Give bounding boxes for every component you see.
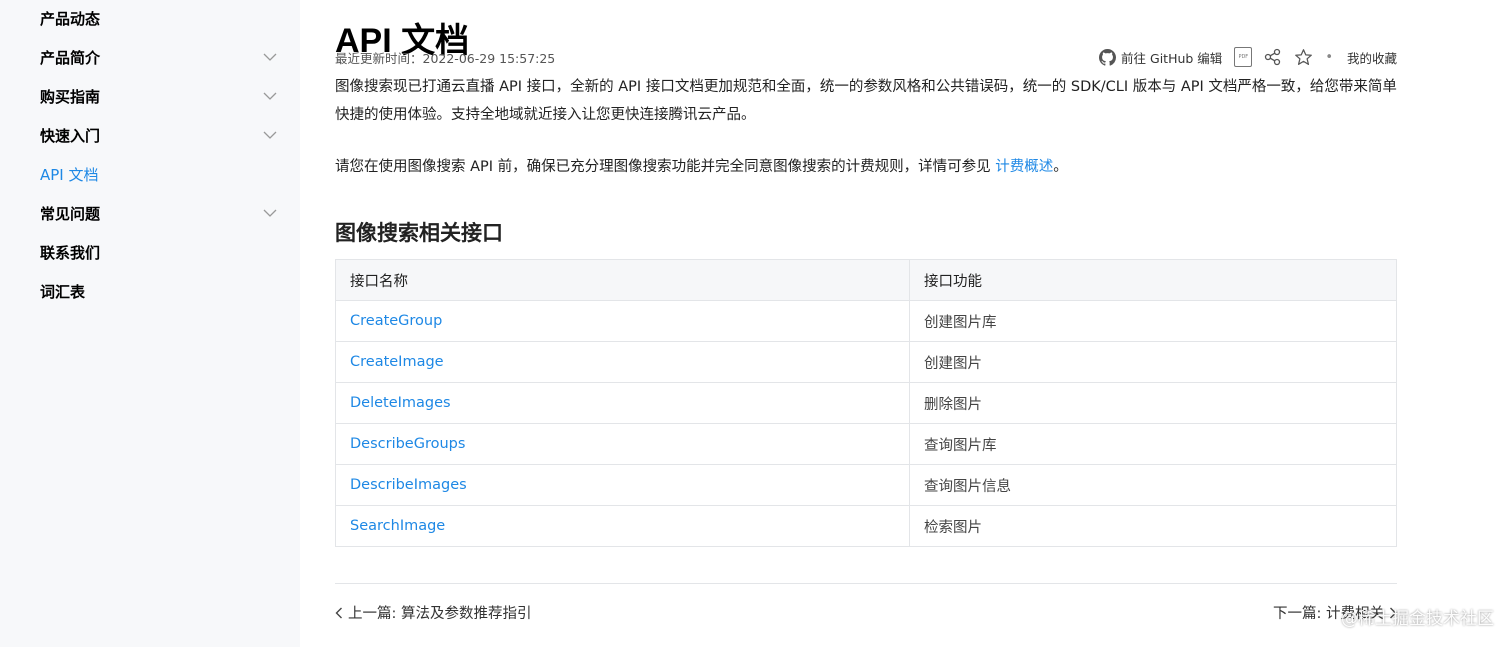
- sidebar-item-glossary[interactable]: 词汇表: [40, 280, 278, 302]
- billing-overview-link[interactable]: 计费概述: [995, 159, 1053, 175]
- chevron-down-icon: [262, 49, 278, 65]
- sidebar-item-label: 购买指南: [40, 87, 101, 106]
- intro-paragraph: 图像搜索现已打通云直播 API 接口，全新的 API 接口文档更加规范和全面，统…: [335, 79, 1397, 123]
- sidebar-item-label: 联系我们: [40, 243, 101, 262]
- github-edit-label: 前往 GitHub 编辑: [1121, 50, 1223, 66]
- sidebar-item-faq[interactable]: 常见问题: [40, 202, 278, 224]
- last-updated: 最近更新时间：2022-06-29 15:57:25: [335, 51, 556, 66]
- sidebar-item-label: 词汇表: [40, 282, 86, 301]
- api-function: 删除图片: [909, 382, 1397, 424]
- sidebar: 产品动态 产品简介 购买指南 快速入门 API 文档 常见问题 联系我们 词汇表: [0, 0, 300, 647]
- column-header-name: 接口名称: [335, 259, 910, 301]
- billing-note: 请您在使用图像搜索 API 前，确保已充分理图像搜索功能并完全同意图像搜索的计费…: [335, 153, 1397, 181]
- sidebar-item-label: 产品简介: [40, 48, 101, 67]
- divider: [335, 583, 1397, 584]
- prev-page-label: 上一篇: 算法及参数推荐指引: [348, 606, 532, 622]
- prev-page-link[interactable]: 上一篇: 算法及参数推荐指引: [335, 602, 532, 623]
- api-function: 查询图片信息: [909, 464, 1397, 506]
- pdf-icon-text: PDF: [1238, 54, 1249, 60]
- table-row: SearchImage 检索图片: [335, 505, 1397, 547]
- sidebar-item-label: 产品动态: [40, 9, 101, 28]
- watermark: @稀土掘金技术社区: [1341, 609, 1494, 629]
- sidebar-item-quick-start[interactable]: 快速入门: [40, 124, 278, 146]
- github-edit-button[interactable]: 前往 GitHub 编辑: [1099, 48, 1222, 67]
- api-table: 接口名称 接口功能 CreateGroup 创建图片库 CreateImage …: [335, 259, 1397, 547]
- table-row: CreateImage 创建图片: [335, 341, 1397, 383]
- pdf-download-button[interactable]: PDF: [1234, 47, 1253, 67]
- chevron-down-icon: [262, 127, 278, 143]
- api-name-link[interactable]: DescribeGroups: [335, 423, 910, 465]
- main-content: API 文档 最近更新时间：2022-06-29 15:57:25 前往 Git…: [335, 0, 1397, 647]
- api-function: 检索图片: [909, 505, 1397, 547]
- api-name-link[interactable]: CreateGroup: [335, 300, 910, 342]
- billing-note-text: 请您在使用图像搜索 API 前，确保已充分理图像搜索功能并完全同意图像搜索的计费…: [335, 159, 996, 175]
- chevron-left-icon: [335, 607, 343, 619]
- api-function: 创建图片库: [909, 300, 1397, 342]
- table-row: DeleteImages 删除图片: [335, 382, 1397, 424]
- pdf-icon: PDF: [1234, 47, 1253, 67]
- api-name-link[interactable]: DeleteImages: [335, 382, 910, 424]
- separator-dot: •: [1325, 49, 1333, 65]
- my-favorites-link[interactable]: 我的收藏: [1347, 48, 1397, 67]
- sidebar-item-product-intro[interactable]: 产品简介: [40, 46, 278, 68]
- share-button[interactable]: [1264, 48, 1282, 66]
- doc-toolbar: 前往 GitHub 编辑 PDF • 我的收藏: [1099, 44, 1397, 70]
- chevron-down-icon: [262, 88, 278, 104]
- billing-note-suffix: 。: [1053, 159, 1068, 175]
- sidebar-item-api-docs[interactable]: API 文档: [40, 163, 278, 185]
- api-name-link[interactable]: CreateImage: [335, 341, 910, 383]
- sidebar-item-label: API 文档: [40, 165, 99, 184]
- github-icon: [1099, 48, 1117, 66]
- table-row: DescribeGroups 查询图片库: [335, 423, 1397, 465]
- table-header-row: 接口名称 接口功能: [335, 259, 1397, 301]
- meta-row: 最近更新时间：2022-06-29 15:57:25 前往 GitHub 编辑 …: [335, 47, 1397, 67]
- api-name-link[interactable]: DescribeImages: [335, 464, 910, 506]
- sidebar-item-label: 常见问题: [40, 204, 101, 223]
- api-name-link[interactable]: SearchImage: [335, 505, 910, 547]
- sidebar-item-contact-us[interactable]: 联系我们: [40, 241, 278, 263]
- column-header-function: 接口功能: [909, 259, 1397, 301]
- section-title: 图像搜索相关接口: [335, 221, 503, 245]
- api-function: 查询图片库: [909, 423, 1397, 465]
- table-row: CreateGroup 创建图片库: [335, 300, 1397, 342]
- sidebar-item-purchase-guide[interactable]: 购买指南: [40, 85, 278, 107]
- share-icon: [1264, 48, 1282, 66]
- api-function: 创建图片: [909, 341, 1397, 383]
- favorite-button[interactable]: [1294, 48, 1313, 67]
- sidebar-item-product-updates[interactable]: 产品动态: [40, 7, 278, 29]
- chevron-down-icon: [262, 205, 278, 221]
- table-row: DescribeImages 查询图片信息: [335, 464, 1397, 506]
- star-icon: [1294, 48, 1313, 67]
- sidebar-item-label: 快速入门: [40, 126, 101, 145]
